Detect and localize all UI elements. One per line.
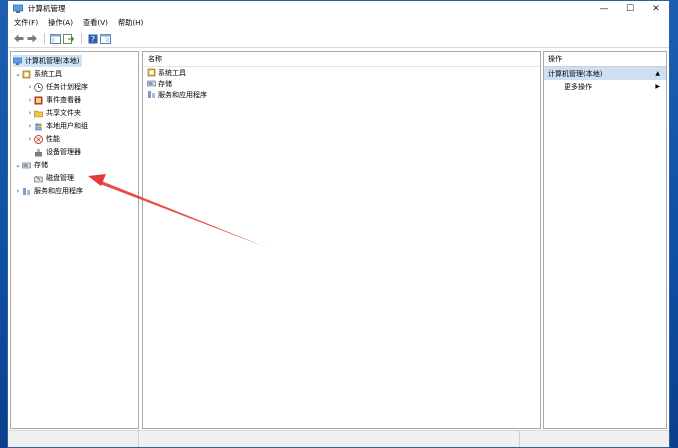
status-bar [8, 430, 669, 447]
disk-management-icon [34, 174, 43, 183]
results-pane: 名称 系统工具 存储 服务和应用程序 [142, 51, 541, 429]
column-header-label: 名称 [148, 55, 162, 63]
actions-header: 操作 [544, 52, 666, 67]
tree-item-disk-management[interactable]: 磁盘管理 [34, 172, 74, 184]
tree-item-shared-folders[interactable]: › 共享文件夹 [26, 107, 81, 119]
tree-label-root: 计算机管理(本地) [25, 57, 80, 65]
show-hide-tree-button[interactable] [50, 33, 61, 44]
list-label-services-apps: 服务和应用程序 [158, 90, 207, 99]
collapse-up-icon[interactable]: ▲ [655, 70, 660, 77]
list-item-services-apps[interactable]: 服务和应用程序 [143, 89, 540, 100]
window-title: 计算机管理 [28, 4, 66, 13]
toolbar-separator [44, 33, 45, 44]
menu-action[interactable]: 操作(A) [48, 18, 73, 28]
export-list-button[interactable] [63, 33, 74, 44]
help-button[interactable]: ? [87, 33, 98, 44]
list-label-storage: 存储 [158, 79, 172, 88]
list-label-system-tools: 系统工具 [158, 68, 186, 77]
computer-icon [13, 57, 22, 66]
clock-icon [34, 82, 43, 92]
storage-icon [22, 161, 31, 170]
tree-item-device-manager[interactable]: 设备管理器 [34, 146, 81, 158]
menu-bar: 文件(F) 操作(A) 查看(V) 帮助(H) [8, 16, 669, 30]
export-list-icon [63, 33, 74, 44]
menu-help[interactable]: 帮助(H) [118, 18, 143, 28]
chevron-right-icon[interactable]: › [26, 135, 34, 143]
tree-item-local-users[interactable]: › 本地用户和组 [26, 120, 88, 132]
submenu-arrow-icon: ▶ [655, 83, 660, 90]
back-button[interactable] [13, 33, 24, 44]
properties-icon [100, 33, 111, 44]
computer-management-icon [13, 4, 23, 13]
toolbar-separator [81, 33, 82, 44]
tree-label-storage: 存储 [34, 161, 48, 169]
console-tree-icon [50, 33, 61, 44]
tree-label-performance: 性能 [46, 135, 60, 143]
list-item-system-tools[interactable]: 系统工具 [143, 67, 540, 78]
forward-arrow-icon [27, 34, 37, 43]
forward-button[interactable] [26, 33, 37, 44]
menu-file[interactable]: 文件(F) [14, 18, 38, 28]
computer-management-window: 计算机管理 — ☐ ✕ 文件(F) 操作(A) 查看(V) 帮助(H) ? 计算… [7, 0, 670, 448]
minimize-button[interactable]: — [591, 1, 617, 16]
tree-item-storage[interactable]: ⌄ 存储 [14, 159, 48, 171]
tree-label-services-apps: 服务和应用程序 [34, 187, 83, 195]
tree-item-performance[interactable]: › 性能 [26, 133, 60, 145]
toolbox-icon [22, 70, 31, 79]
help-icon: ? [88, 34, 97, 44]
tree-item-services-apps[interactable]: › 服务和应用程序 [14, 185, 83, 197]
chevron-down-icon[interactable]: ⌄ [14, 70, 22, 78]
more-actions-label: 更多操作 [564, 82, 592, 91]
properties-button[interactable] [100, 33, 111, 44]
tree-label-disk-management: 磁盘管理 [46, 174, 74, 182]
services-icon [22, 187, 31, 196]
toolbar: ? [8, 30, 669, 48]
column-header-name[interactable]: 名称 [143, 52, 540, 67]
event-viewer-icon [34, 96, 43, 105]
status-segment [8, 431, 139, 447]
maximize-button[interactable]: ☐ [617, 1, 643, 16]
close-button[interactable]: ✕ [643, 1, 669, 16]
tree-label-device-manager: 设备管理器 [46, 148, 81, 156]
actions-section-computer-management[interactable]: 计算机管理(本地) ▲ [544, 67, 666, 80]
more-actions-item[interactable]: 更多操作 ▶ [544, 80, 666, 93]
chevron-down-icon[interactable]: ⌄ [14, 161, 22, 169]
tree-item-event-viewer[interactable]: › 事件查看器 [26, 94, 81, 106]
actions-section-label: 计算机管理(本地) [548, 69, 603, 78]
performance-icon [34, 134, 43, 144]
tree-item-system-tools[interactable]: ⌄ 系统工具 [14, 68, 62, 80]
back-arrow-icon [13, 34, 23, 43]
menu-view[interactable]: 查看(V) [83, 18, 108, 28]
svg-text:?: ? [90, 35, 94, 44]
tree-label-task-scheduler: 任务计划程序 [46, 83, 88, 91]
chevron-right-icon[interactable]: › [26, 83, 34, 91]
shared-folder-icon [34, 109, 43, 118]
services-icon [147, 90, 156, 99]
users-icon [34, 122, 43, 131]
list-item-storage[interactable]: 存储 [143, 78, 540, 89]
device-manager-icon [34, 148, 43, 157]
status-segment [139, 431, 520, 447]
tree-item-task-scheduler[interactable]: › 任务计划程序 [26, 81, 88, 93]
toolbox-icon [147, 68, 156, 77]
chevron-right-icon[interactable]: › [26, 109, 34, 117]
chevron-right-icon[interactable]: › [26, 122, 34, 130]
tree-label-local-users: 本地用户和组 [46, 122, 88, 130]
console-tree-pane: 计算机管理(本地) ⌄ 系统工具 › 任务计划程序 › 事件查看器 › 共享文件 [10, 51, 139, 429]
actions-pane: 操作 计算机管理(本地) ▲ 更多操作 ▶ [543, 51, 667, 429]
chevron-right-icon[interactable]: › [26, 96, 34, 104]
tree-label-system-tools: 系统工具 [34, 70, 62, 78]
tree-item-root[interactable]: 计算机管理(本地) [13, 55, 83, 67]
tree-label-shared-folders: 共享文件夹 [46, 109, 81, 117]
tree-label-event-viewer: 事件查看器 [46, 96, 81, 104]
title-bar: 计算机管理 — ☐ ✕ [8, 1, 669, 16]
storage-icon [147, 79, 156, 88]
chevron-right-icon[interactable]: › [14, 187, 22, 195]
